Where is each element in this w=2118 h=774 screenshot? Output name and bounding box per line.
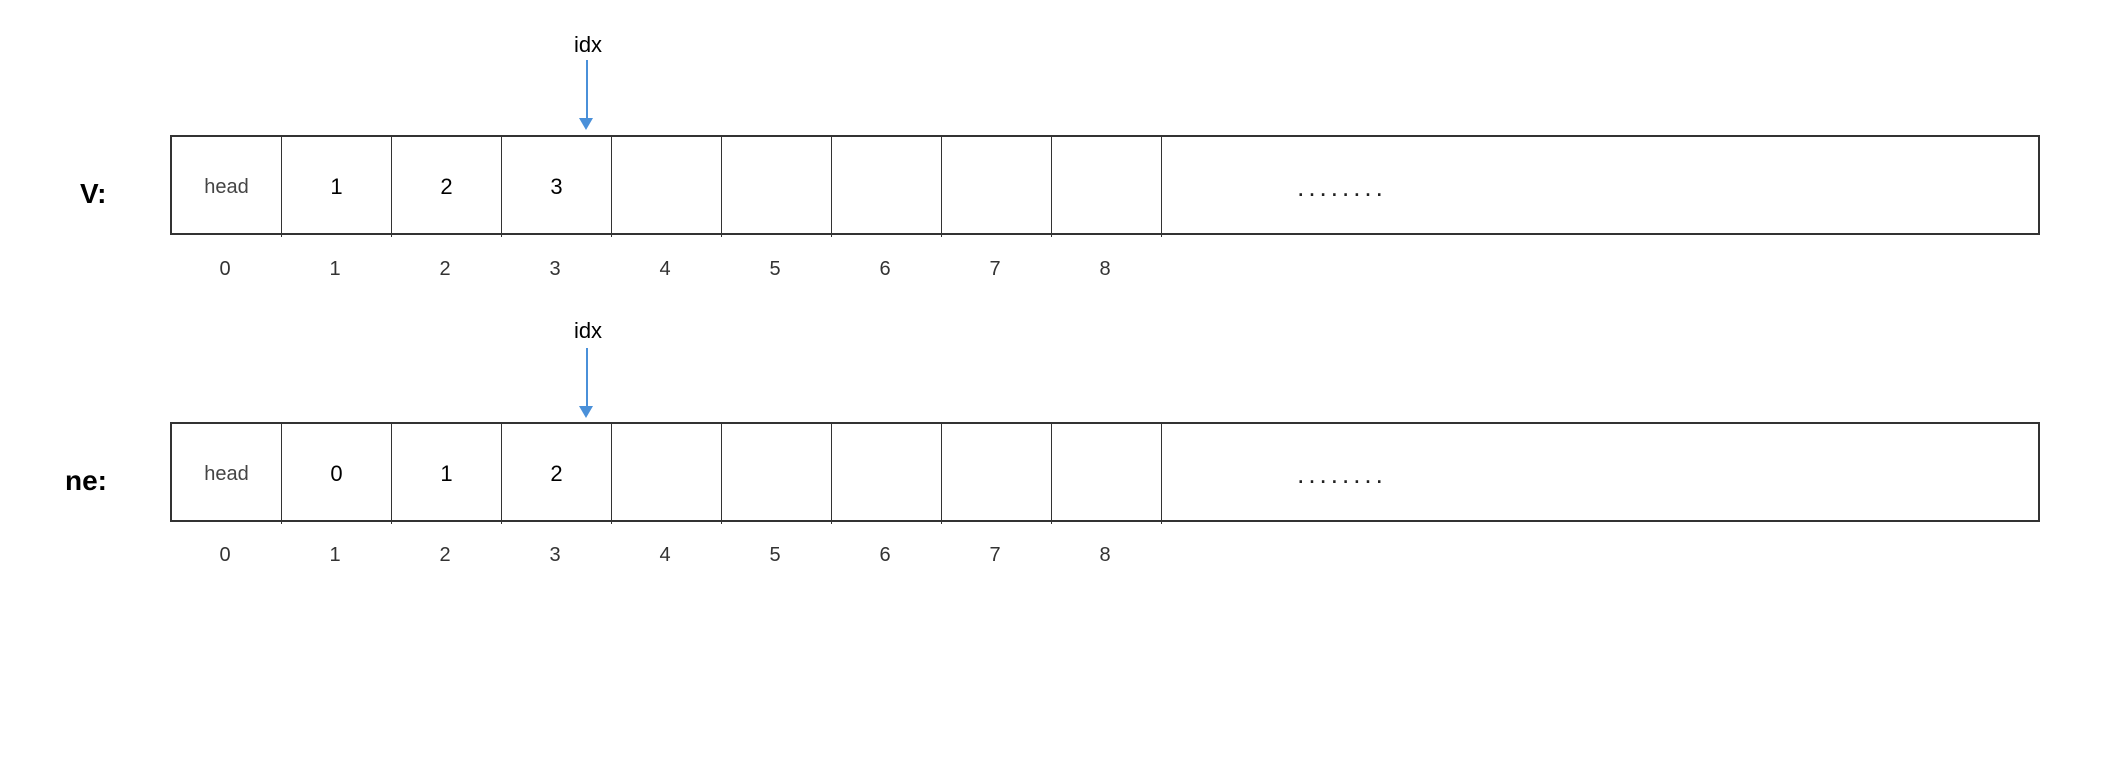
bottom-cell-5 <box>722 424 832 524</box>
bottom-cell-4 <box>612 424 722 524</box>
bottom-idx-7: 7 <box>940 544 1050 567</box>
top-idx-3: 3 <box>500 258 610 281</box>
bottom-idx-0: 0 <box>170 544 280 567</box>
bottom-arrow-head <box>579 406 593 418</box>
bottom-cell-head: head <box>172 424 282 524</box>
top-idx-8: 8 <box>1050 258 1160 281</box>
top-cell-8 <box>1052 137 1162 237</box>
bottom-idx-8: 8 <box>1050 544 1160 567</box>
top-idx-6: 6 <box>830 258 940 281</box>
top-cell-2: 2 <box>392 137 502 237</box>
bottom-cell-3: 2 <box>502 424 612 524</box>
bottom-cell-8 <box>1052 424 1162 524</box>
bottom-idx-5: 5 <box>720 544 830 567</box>
top-idx-1: 1 <box>280 258 390 281</box>
top-cell-ellipsis: ........ <box>1162 137 1522 237</box>
top-cell-7 <box>942 137 1052 237</box>
top-cell-5 <box>722 137 832 237</box>
top-idx-2: 2 <box>390 258 500 281</box>
top-cell-6 <box>832 137 942 237</box>
bottom-cell-7 <box>942 424 1052 524</box>
top-array-row: head 1 2 3 ........ <box>170 135 2040 235</box>
top-cell-head: head <box>172 137 282 237</box>
top-idx-4: 4 <box>610 258 720 281</box>
top-cell-4 <box>612 137 722 237</box>
top-idx-0: 0 <box>170 258 280 281</box>
top-idx-label: idx <box>548 32 628 58</box>
top-arrow-shaft <box>586 60 588 120</box>
bottom-idx-2: 2 <box>390 544 500 567</box>
bottom-arrow-shaft <box>586 348 588 408</box>
top-index-row: 0 1 2 3 4 5 6 7 8 <box>170 258 1160 281</box>
bottom-cell-1: 0 <box>282 424 392 524</box>
bottom-idx-label: idx <box>548 318 628 344</box>
top-array-label: V: <box>80 178 106 210</box>
bottom-index-row: 0 1 2 3 4 5 6 7 8 <box>170 544 1160 567</box>
top-idx-7: 7 <box>940 258 1050 281</box>
bottom-array-label: ne: <box>65 465 107 497</box>
bottom-idx-1: 1 <box>280 544 390 567</box>
top-cell-1: 1 <box>282 137 392 237</box>
bottom-array-row: head 0 1 2 ........ <box>170 422 2040 522</box>
bottom-cell-2: 1 <box>392 424 502 524</box>
top-idx-5: 5 <box>720 258 830 281</box>
bottom-idx-6: 6 <box>830 544 940 567</box>
top-cell-3: 3 <box>502 137 612 237</box>
top-arrow-head <box>579 118 593 130</box>
bottom-cell-6 <box>832 424 942 524</box>
bottom-idx-3: 3 <box>500 544 610 567</box>
bottom-cell-ellipsis: ........ <box>1162 424 1522 524</box>
bottom-idx-4: 4 <box>610 544 720 567</box>
diagram-container: idx V: head 1 2 3 ........ 0 1 2 3 4 5 6… <box>0 0 2118 774</box>
